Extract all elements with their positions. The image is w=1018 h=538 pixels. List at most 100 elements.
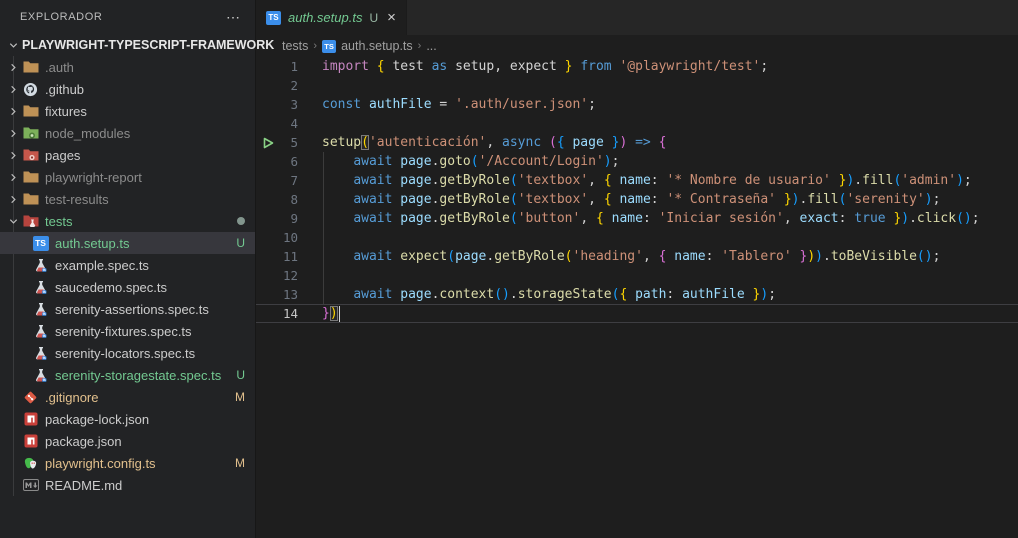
chevron-right-icon[interactable] [4, 191, 22, 207]
tree-item-serenity-fixtures-spec-ts[interactable]: ts serenity-fixtures.spec.ts [0, 320, 255, 342]
tree-item-playwright-config-ts[interactable]: playwright.config.ts M [0, 452, 255, 474]
code-token: ( [956, 211, 964, 226]
tab-auth-setup-ts[interactable]: TS auth.setup.ts U × [256, 0, 407, 35]
gutter: 7 [256, 171, 322, 190]
code-token: storageState [517, 287, 612, 302]
code-token: ) [963, 211, 972, 226]
code-line-12[interactable]: 12 [256, 266, 1018, 285]
explorer-header: EXPLORADOR ⋯ [0, 0, 255, 34]
tree-item-saucedemo-spec-ts[interactable]: ts saucedemo.spec.ts [0, 276, 255, 298]
folder-icon [22, 59, 39, 75]
explorer-title: EXPLORADOR [20, 11, 103, 23]
gutter-spacer [256, 228, 280, 247]
run-test-icon[interactable] [256, 133, 280, 152]
tree-item-label: tests [45, 213, 73, 229]
code-token: async [502, 135, 542, 150]
chevron-right-icon[interactable] [4, 147, 22, 163]
code-token: expect [400, 249, 448, 264]
code-line-9[interactable]: 9 await page.getByRole('button', { name:… [256, 209, 1018, 228]
chevron-right-icon[interactable] [4, 59, 22, 75]
tree-item-example-spec-ts[interactable]: ts example.spec.ts [0, 254, 255, 276]
bracket-match: ) [329, 306, 338, 321]
code-token: page [400, 154, 432, 169]
tree-item-label: .auth [45, 59, 74, 75]
chevron-right-icon[interactable] [4, 81, 22, 97]
code-line-2[interactable]: 2 [256, 76, 1018, 95]
tree-item-fixtures[interactable]: fixtures [0, 100, 255, 122]
code-token: ) [603, 154, 612, 169]
code-token: await [353, 154, 393, 169]
chevron-down-icon[interactable] [4, 213, 22, 229]
code-line-5[interactable]: 5 setup('autenticación', async ({ page })… [256, 133, 1018, 152]
code-content [322, 228, 1018, 247]
code-editor[interactable]: 1 import { test as setup, expect } from '… [256, 57, 1018, 538]
code-line-6[interactable]: 6 await page.goto('/Account/Login'); [256, 152, 1018, 171]
chevron-right-icon[interactable] [4, 169, 22, 185]
modified-dot-badge [237, 217, 245, 225]
more-actions-icon[interactable]: ⋯ [226, 9, 241, 26]
code-line-3[interactable]: 3 const authFile = '.auth/user.json'; [256, 95, 1018, 114]
tree-item-label: serenity-storagestate.spec.ts [55, 367, 222, 383]
tree-item-tests[interactable]: tests [0, 210, 255, 232]
line-number: 5 [290, 135, 298, 150]
code-content: await page.context().storageState({ path… [322, 285, 1018, 304]
code-line-1[interactable]: 1 import { test as setup, expect } from '… [256, 57, 1018, 76]
chevron-down-icon[interactable] [4, 37, 22, 53]
code-token: . [823, 249, 831, 264]
line-number: 4 [290, 116, 298, 131]
tree-root-playwright-typescript-framework[interactable]: PLAYWRIGHT-TYPESCRIPT-FRAMEWORK [0, 34, 1018, 56]
code-token: : [666, 287, 683, 302]
tree-item-package-lock-json[interactable]: package-lock.json [0, 408, 255, 430]
code-token: , [486, 135, 503, 150]
folder-icon [22, 169, 39, 185]
code-line-4[interactable]: 4 [256, 114, 1018, 133]
gutter-spacer [256, 76, 280, 95]
tree-item-serenity-storagestate-spec-ts[interactable]: ts serenity-storagestate.spec.ts U [0, 364, 255, 386]
tree-item-playwright-report[interactable]: playwright-report [0, 166, 255, 188]
tree-item-serenity-assertions-spec-ts[interactable]: ts serenity-assertions.spec.ts [0, 298, 255, 320]
code-line-14[interactable]: 14}) [256, 304, 1018, 323]
code-token: await [353, 249, 393, 264]
code-token: 'Iniciar sesión' [658, 211, 784, 226]
gutter: 3 [256, 95, 322, 114]
code-line-10[interactable]: 10 [256, 228, 1018, 247]
tree-item-pages[interactable]: pages [0, 144, 255, 166]
tree-item-package-json[interactable]: package.json [0, 430, 255, 452]
git-status-badge: U [236, 368, 245, 382]
tree-item-label: README.md [45, 477, 123, 493]
chevron-right-icon[interactable] [4, 125, 22, 141]
code-token: ) [502, 287, 510, 302]
svg-text:ts: ts [42, 290, 45, 294]
close-icon[interactable]: × [387, 9, 396, 26]
code-token: , [494, 59, 510, 74]
tree-item-auth-setup-ts[interactable]: TS auth.setup.ts U [0, 232, 255, 254]
code-line-7[interactable]: 7 await page. getByRole('textbox', { name… [256, 171, 1018, 190]
tree-item--gitignore[interactable]: .gitignore M [0, 386, 255, 408]
tree-item-test-results[interactable]: test-results [0, 188, 255, 210]
tree-item-serenity-locators-spec-ts[interactable]: ts serenity-locators.spec.ts [0, 342, 255, 364]
indent-guide [323, 228, 324, 247]
code-line-8[interactable]: 8 await page.getByRole('textbox', { name… [256, 190, 1018, 209]
tree-item--github[interactable]: .github [0, 78, 255, 100]
code-token: ; [588, 97, 596, 112]
tree-item-label: package-lock.json [45, 411, 150, 427]
code-token: 'Tablero' [721, 249, 792, 264]
code-token: ; [611, 154, 620, 169]
tree-item-label: playwright.config.ts [45, 455, 156, 471]
chevron-right-icon[interactable] [4, 103, 22, 119]
tree-item--auth[interactable]: .auth [0, 56, 255, 78]
code-line-13[interactable]: 13 await page.context().storageState({ p… [256, 285, 1018, 304]
line-number: 1 [290, 59, 298, 74]
code-line-11[interactable]: 11 await expect(page.getByRole('heading'… [256, 247, 1018, 266]
tree-item-readme-md[interactable]: README.md [0, 474, 255, 496]
code-token: ; [932, 249, 941, 264]
code-token: authFile [368, 97, 432, 112]
code-token: page [572, 135, 604, 150]
line-number: 6 [290, 154, 298, 169]
tree-item-node-modules[interactable]: node_modules [0, 122, 255, 144]
